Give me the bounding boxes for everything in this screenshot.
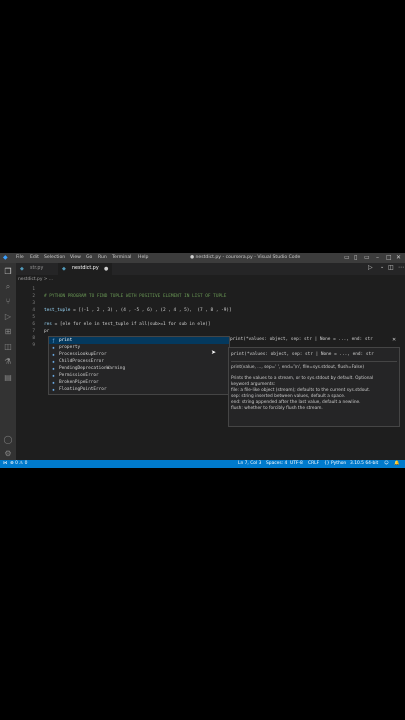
remote-icon[interactable]: ⋈ bbox=[3, 461, 7, 466]
doc-signature: print(*values: object, sep: str | None =… bbox=[231, 352, 374, 357]
mouse-cursor-icon: ➤ bbox=[211, 349, 217, 356]
doc-line: file: a file-like object (stream); defau… bbox=[231, 388, 371, 393]
code-comment: # PYTHON PROGRAM TO FIND TUPLE WITH POSI… bbox=[44, 294, 227, 299]
vscode-window: ◆ File Edit Selection View Go Run Termin… bbox=[0, 253, 405, 468]
code-variable: test_tuple bbox=[44, 308, 71, 313]
close-icon[interactable]: ✕ bbox=[392, 337, 396, 343]
doc-line: end: string appended after the last valu… bbox=[231, 400, 361, 405]
suggestion-item[interactable]: ◈ BrokenPipeError bbox=[49, 379, 229, 386]
line-number: 7 bbox=[32, 329, 35, 334]
class-icon: ◈ bbox=[52, 359, 55, 364]
suggestion-item[interactable]: ◈ property bbox=[49, 344, 229, 351]
class-icon: ◈ bbox=[52, 380, 55, 385]
line-number: 6 bbox=[32, 322, 35, 327]
class-icon: ◈ bbox=[52, 387, 55, 392]
code-text: = [(-1 , 2 , 3) , (4 , -5 , 6) , (2 , 4 … bbox=[70, 308, 232, 313]
doc-line: Prints the values to a stream, or to sys… bbox=[231, 376, 374, 381]
suggestion-detail: print(*values: object, sep: str | None =… bbox=[230, 337, 373, 342]
problems-indicator[interactable]: ⊗ 0 ⚠ 0 bbox=[10, 461, 27, 466]
code-line-4: test_tuple = [(-1 , 2 , 3) , (4 , -5 , 6… bbox=[44, 308, 232, 313]
doc-line: keyword arguments: bbox=[231, 382, 276, 387]
suggestion-item[interactable]: ◈ ChildProcessError bbox=[49, 358, 229, 365]
line-number: 1 bbox=[32, 287, 35, 292]
suggestion-item[interactable]: ƒ print bbox=[49, 337, 229, 344]
indentation[interactable]: Spaces: 4 bbox=[266, 461, 287, 466]
line-number: 8 bbox=[32, 336, 35, 341]
line-number: 3 bbox=[32, 301, 35, 306]
cursor-position[interactable]: Ln 7, Col 3 bbox=[238, 461, 261, 466]
notifications-icon[interactable]: 🔔 bbox=[394, 461, 399, 466]
doc-line: sep: string inserted between values, def… bbox=[231, 394, 346, 399]
feedback-icon[interactable]: ☺ bbox=[384, 461, 389, 466]
doc-short: print(value, ..., sep=' ', end='\n', fil… bbox=[231, 365, 365, 370]
encoding[interactable]: UTF-8 bbox=[290, 461, 303, 466]
line-number: 5 bbox=[32, 315, 35, 320]
python-interpreter[interactable]: 3.10.5 64-bit bbox=[350, 461, 378, 466]
suggestion-item[interactable]: ◈ ProcessLookupError bbox=[49, 351, 229, 358]
suggestion-item[interactable]: ◈ PendingDeprecationWarning bbox=[49, 365, 229, 372]
line-number: 2 bbox=[32, 294, 35, 299]
code-variable: res bbox=[44, 322, 52, 327]
class-icon: ◈ bbox=[52, 373, 55, 378]
class-icon: ◈ bbox=[52, 366, 55, 371]
line-number: 9 bbox=[32, 343, 35, 348]
line-number: 4 bbox=[32, 308, 35, 313]
language-mode[interactable]: {} Python bbox=[324, 461, 346, 466]
code-text: = [ele for ele in test_tuple if all(sub>… bbox=[51, 322, 211, 327]
divider bbox=[231, 361, 397, 362]
suggestion-documentation: print(*values: object, sep: str | None =… bbox=[228, 347, 400, 427]
suggestion-item[interactable]: ◈ PermissionError bbox=[49, 372, 229, 379]
end-of-line[interactable]: CRLF bbox=[308, 461, 319, 466]
function-icon: ƒ bbox=[52, 338, 55, 343]
code-line-7: pr bbox=[44, 329, 50, 334]
suggestion-list: ƒ print ◈ property ◈ ProcessLookupError ◈ Ch… bbox=[48, 336, 230, 395]
status-bar: ⋈ ⊗ 0 ⚠ 0 Ln 7, Col 3 Spaces: 4 UTF-8 CR… bbox=[0, 460, 405, 468]
class-icon: ◈ bbox=[52, 345, 55, 350]
doc-line: flush: whether to forcibly flush the str… bbox=[231, 406, 323, 411]
suggestion-item[interactable]: ◈ FloatingPointError bbox=[49, 386, 229, 393]
class-icon: ◈ bbox=[52, 352, 55, 357]
code-line-6: res = [ele for ele in test_tuple if all(… bbox=[44, 322, 211, 327]
